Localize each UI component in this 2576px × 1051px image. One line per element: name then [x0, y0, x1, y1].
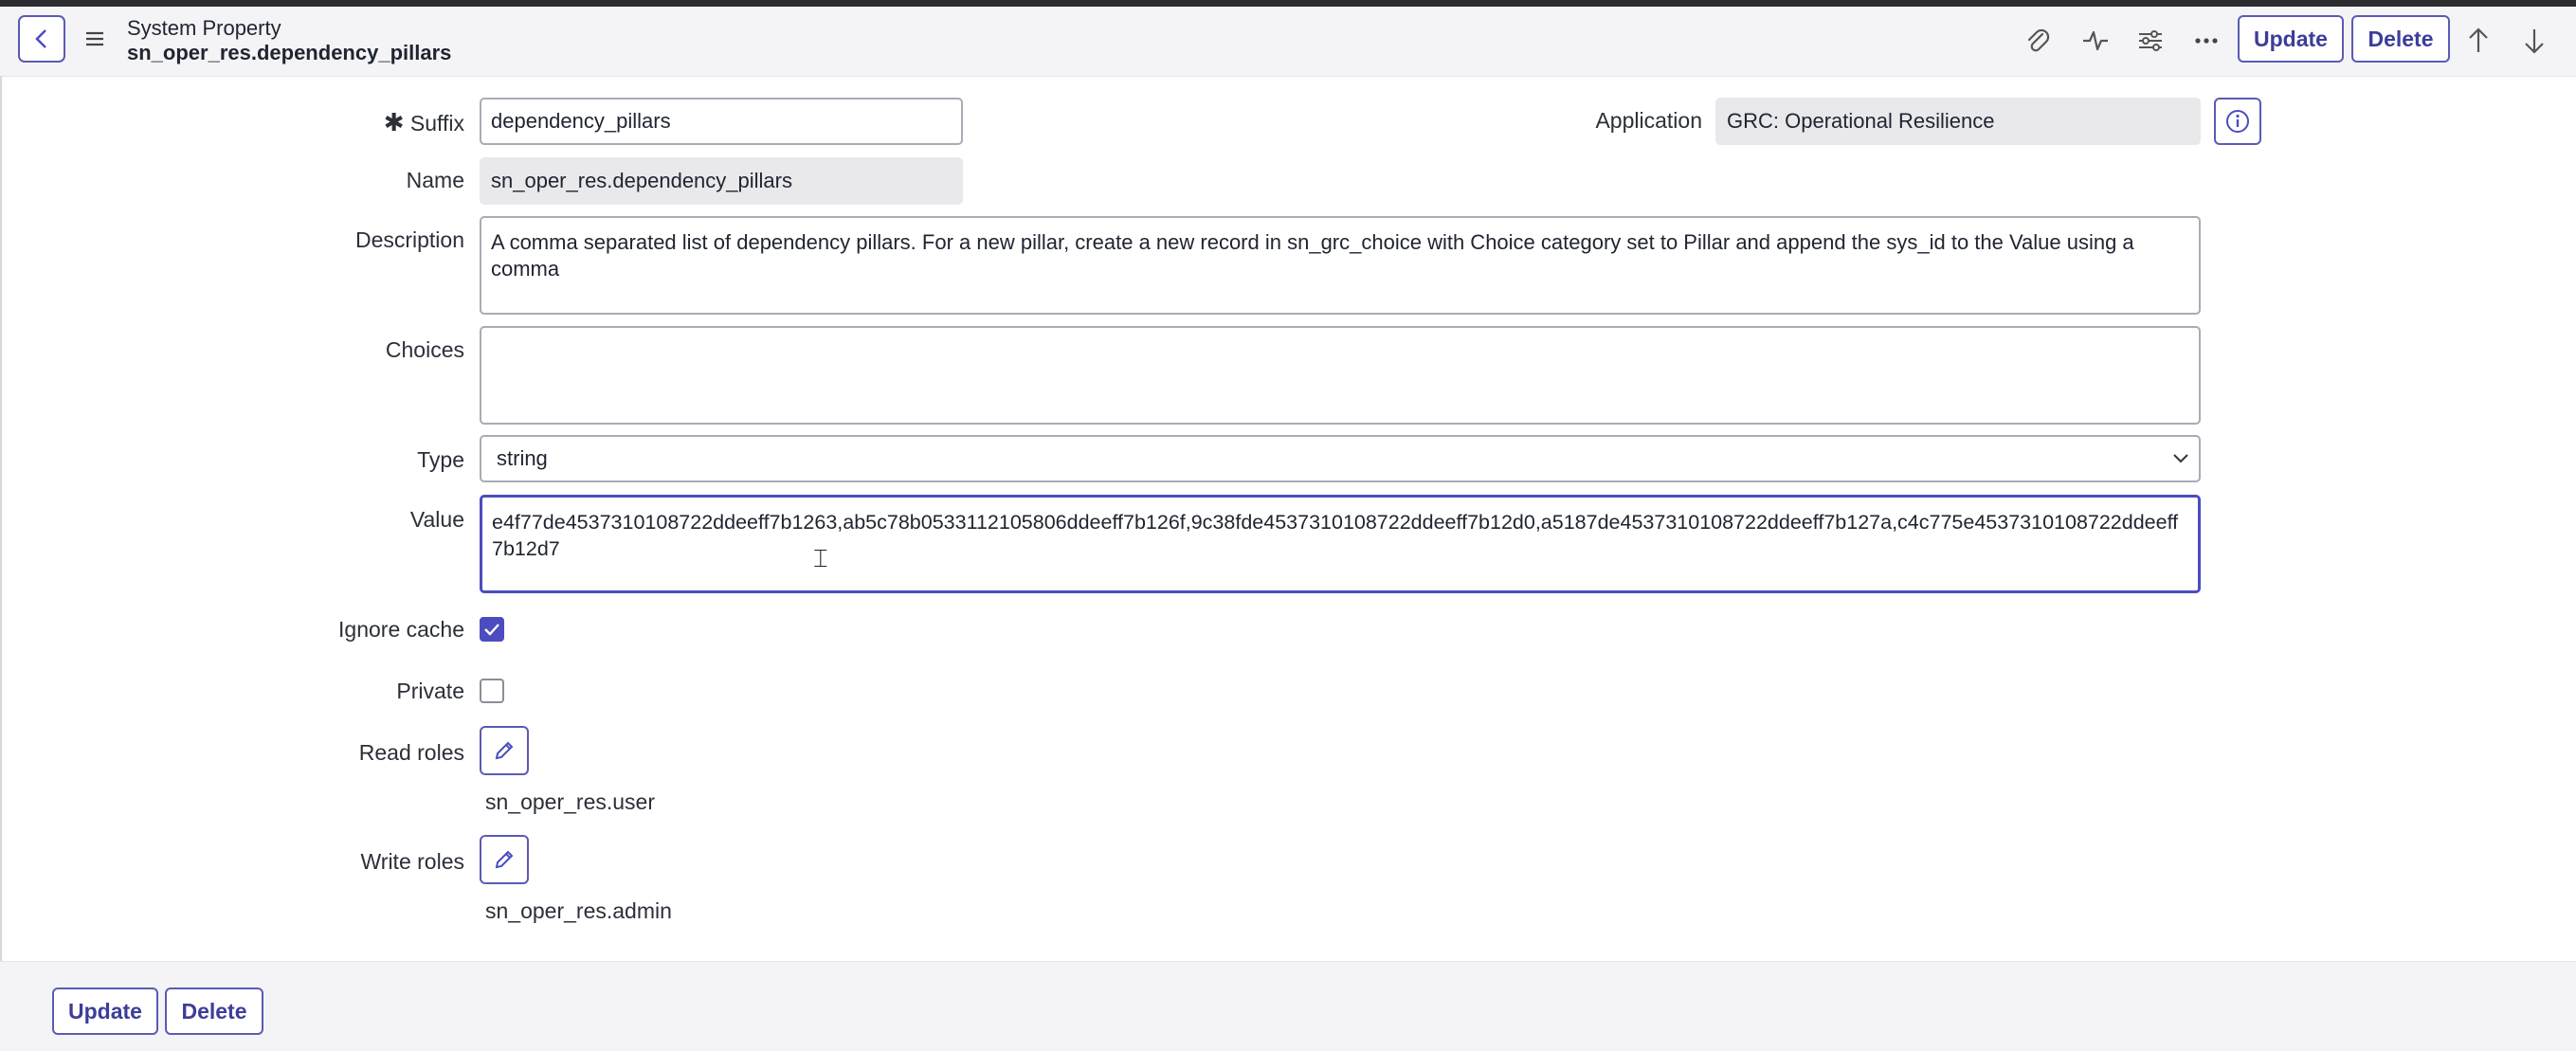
description-textarea[interactable]: A comma separated list of dependency pil…: [480, 216, 2201, 315]
hamburger-icon[interactable]: [84, 29, 105, 53]
type-label: Type: [417, 447, 464, 472]
ellipsis-icon[interactable]: [2193, 27, 2220, 60]
write-roles-value: sn_oper_res.admin: [485, 898, 672, 923]
description-label: Description: [354, 227, 464, 252]
write-roles-edit-button[interactable]: [480, 835, 529, 884]
form-header: System Property sn_oper_res.dependency_p…: [0, 7, 2576, 77]
name-field: sn_oper_res.dependency_pillars: [480, 157, 963, 205]
read-roles-value: sn_oper_res.user: [485, 789, 655, 814]
suffix-label: ✱ Suffix: [383, 108, 464, 136]
private-checkbox[interactable]: [480, 679, 504, 703]
chevron-left-icon: [35, 29, 46, 48]
update-button[interactable]: Update: [2238, 15, 2344, 63]
back-button[interactable]: [18, 15, 65, 63]
application-label: Application: [1595, 108, 1702, 133]
value-textarea[interactable]: e4f77de4537310108722ddeeff7b1263,ab5c78b…: [480, 495, 2201, 593]
info-icon: [2226, 110, 2249, 133]
record-name: sn_oper_res.dependency_pillars: [127, 41, 452, 64]
activity-icon[interactable]: [2081, 27, 2110, 60]
ignore-cache-checkbox[interactable]: [480, 617, 504, 642]
type-selected-value: string: [497, 446, 548, 470]
application-field[interactable]: GRC: Operational Resilience: [1715, 98, 2201, 145]
ignore-cache-label: Ignore cache: [338, 617, 464, 642]
form-footer: Update Delete: [0, 961, 2576, 1051]
chevron-down-icon: [2173, 454, 2188, 463]
arrow-up-icon[interactable]: [2466, 27, 2491, 60]
delete-button[interactable]: Delete: [2351, 15, 2450, 63]
write-roles-label: Write roles: [360, 849, 465, 874]
text-cursor-icon: ⌶: [813, 544, 828, 572]
arrow-down-icon[interactable]: [2522, 27, 2547, 60]
pencil-icon: [495, 850, 514, 869]
read-roles-label: Read roles: [358, 740, 464, 765]
sliders-icon[interactable]: [2136, 27, 2165, 60]
name-label: Name: [406, 168, 464, 192]
left-border: [0, 76, 2, 961]
info-button[interactable]: [2214, 98, 2261, 145]
choices-label: Choices: [385, 337, 464, 362]
private-label: Private: [396, 679, 464, 703]
window-top-strip: [0, 0, 2576, 7]
value-label: Value: [409, 507, 464, 532]
checkmark-icon: [484, 624, 499, 636]
footer-delete-button[interactable]: Delete: [165, 988, 263, 1035]
choices-textarea[interactable]: [480, 326, 2201, 425]
required-icon: ✱: [383, 108, 405, 136]
type-select[interactable]: string: [480, 435, 2201, 482]
suffix-input[interactable]: dependency_pillars: [480, 98, 963, 145]
title-block: System Property sn_oper_res.dependency_p…: [127, 16, 451, 65]
page-title: System Property: [127, 16, 281, 40]
read-roles-edit-button[interactable]: [480, 726, 529, 775]
pencil-icon: [495, 741, 514, 760]
paperclip-icon[interactable]: [2024, 27, 2051, 60]
footer-update-button[interactable]: Update: [52, 988, 158, 1035]
